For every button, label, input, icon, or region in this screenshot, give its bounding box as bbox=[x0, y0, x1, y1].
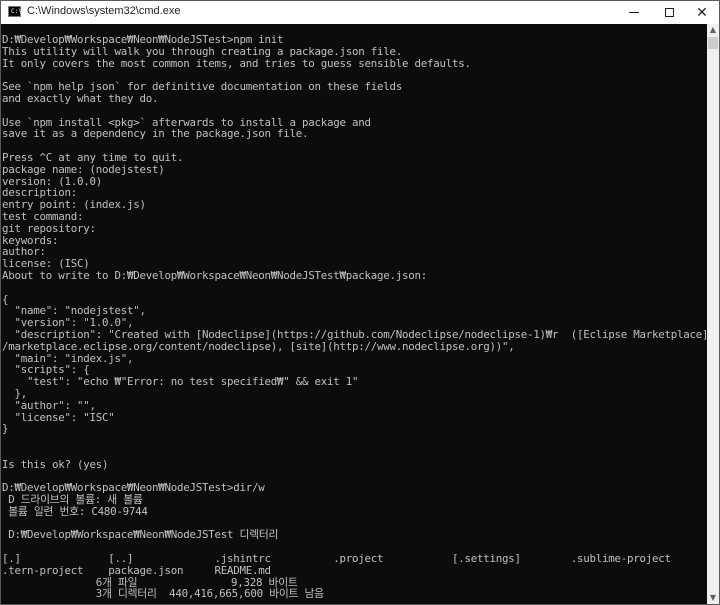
minimize-button[interactable] bbox=[617, 1, 651, 24]
console-line: It only covers the most common items, an… bbox=[2, 56, 471, 70]
console-line: 볼륨 일련 번호: C480-9744 bbox=[2, 504, 148, 518]
cmd-window: C:\ C:\Windows\system32\cmd.exe ✕ D:₩Dev… bbox=[0, 0, 720, 605]
console-line: }, bbox=[2, 386, 28, 400]
console-line: entry point: (index.js) bbox=[2, 198, 146, 212]
scrollbar-thumb[interactable] bbox=[708, 37, 718, 49]
console-line: keywords: bbox=[2, 233, 59, 247]
console-line: and exactly what they do. bbox=[2, 91, 159, 105]
console-line: Is this ok? (yes) bbox=[2, 457, 109, 471]
console-line: "test": "echo ₩"Error: no test specified… bbox=[2, 375, 359, 389]
console-line: .tern-project package.json README.md bbox=[2, 563, 271, 577]
console-output[interactable]: D:₩Develop₩Workspace₩Neon₩NodeJSTest>npm… bbox=[1, 24, 707, 604]
console-line: 3개 디렉터리 440,416,665,600 바이트 남음 bbox=[2, 587, 324, 601]
console-line: test command: bbox=[2, 209, 84, 223]
console-line: } bbox=[2, 422, 9, 436]
console-line: D:₩Develop₩Workspace₩Neon₩NodeJSTest 디렉터… bbox=[2, 528, 279, 542]
maximize-icon bbox=[664, 8, 674, 17]
maximize-button[interactable] bbox=[652, 1, 686, 24]
cmd-app-icon[interactable]: C:\ bbox=[8, 6, 22, 17]
console-line: save it as a dependency in the package.j… bbox=[2, 127, 309, 141]
scroll-up-icon[interactable]: ▲ bbox=[707, 24, 719, 36]
console-lines: D:₩Develop₩Workspace₩Neon₩NodeJSTest>npm… bbox=[2, 34, 707, 600]
close-button[interactable]: ✕ bbox=[685, 1, 719, 24]
console-line: package name: (nodejstest) bbox=[2, 162, 165, 176]
vertical-scrollbar[interactable]: ▲ ▼ bbox=[707, 24, 719, 604]
console-line: About to write to D:₩Develop₩Workspace₩N… bbox=[2, 268, 428, 282]
console-line: author: bbox=[2, 245, 46, 259]
console-line: "description": "Created with [Nodeclipse… bbox=[2, 327, 708, 341]
console-line: "author": "", bbox=[2, 398, 97, 412]
console-line: This utility will walk you through creat… bbox=[2, 44, 403, 58]
console-line: "license": "ISC" bbox=[2, 410, 115, 424]
console-line: /marketplace.eclipse.org/content/nodecli… bbox=[2, 339, 515, 353]
close-icon: ✕ bbox=[696, 4, 708, 21]
scroll-down-icon[interactable]: ▼ bbox=[707, 592, 719, 604]
console-line: Press ^C at any time to quit. bbox=[2, 150, 184, 164]
console-line: "main": "index.js", bbox=[2, 351, 134, 365]
title-bar[interactable]: C:\ C:\Windows\system32\cmd.exe ✕ bbox=[1, 1, 719, 24]
console-line: git repository: bbox=[2, 221, 96, 235]
console-line: version: (1.0.0) bbox=[2, 174, 103, 188]
minimize-icon bbox=[629, 12, 639, 13]
window-title: C:\Windows\system32\cmd.exe bbox=[27, 5, 181, 17]
